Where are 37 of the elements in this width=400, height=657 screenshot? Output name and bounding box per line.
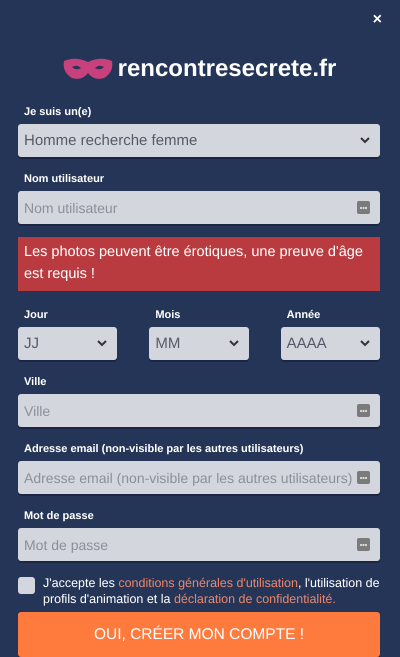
terms-link[interactable]: conditions générales d'utilisation [118,576,298,590]
field-label: Année [286,309,322,321]
select-value: MM [155,335,180,352]
chevron-down-icon [97,340,108,347]
mask-icon [62,56,114,82]
select-field[interactable]: JJ [18,327,118,360]
close-button[interactable]: × [372,10,392,30]
placeholder: Nom utilisateur [24,200,118,216]
select-value: JJ [24,335,39,352]
consent-text: J'accepte les conditions générales d'utilisation, l'utilisation de profils d'animation et la déclaration de confidentialité. [43,575,380,607]
chevron-down-icon [228,340,239,347]
select-field[interactable]: Homme recherche femme [18,124,380,157]
checkbox[interactable] [18,577,35,594]
field-label: Adresse email (non-visible par les autres utilisateurs) [24,443,304,455]
key-icon [357,201,370,214]
field-label: Mois [155,309,182,321]
create-account-button[interactable]: OUI, CRÉER MON COMPTE ! [18,612,380,657]
key-icon [357,404,370,417]
placeholder: Adresse email (non-visible par les autres utilisateurs) [24,470,352,486]
field-label: Ville [24,376,48,388]
field-label: Jour [24,309,49,321]
key-icon [357,471,370,484]
warning-message: Les photos peuvent être érotiques, une preuve d'âge est requis ! [18,237,380,291]
select-value: Homme recherche femme [24,132,198,149]
field-label: Nom utilisateur [24,173,106,185]
chevron-down-icon [360,137,370,144]
select-value: AAAA [286,335,327,352]
placeholder: Mot de passe [24,536,108,552]
select-field[interactable]: MM [149,327,249,360]
placeholder: Ville [24,402,50,418]
terms-link[interactable]: déclaration de confidentialité. [174,592,336,606]
key-icon [357,538,370,551]
select-field[interactable]: AAAA [280,327,380,360]
field-label: Je suis un(e) [24,106,92,118]
logo-text: rencontresecrete.fr [118,55,336,83]
field-label: Mot de passe [24,510,95,522]
chevron-down-icon [360,340,370,347]
